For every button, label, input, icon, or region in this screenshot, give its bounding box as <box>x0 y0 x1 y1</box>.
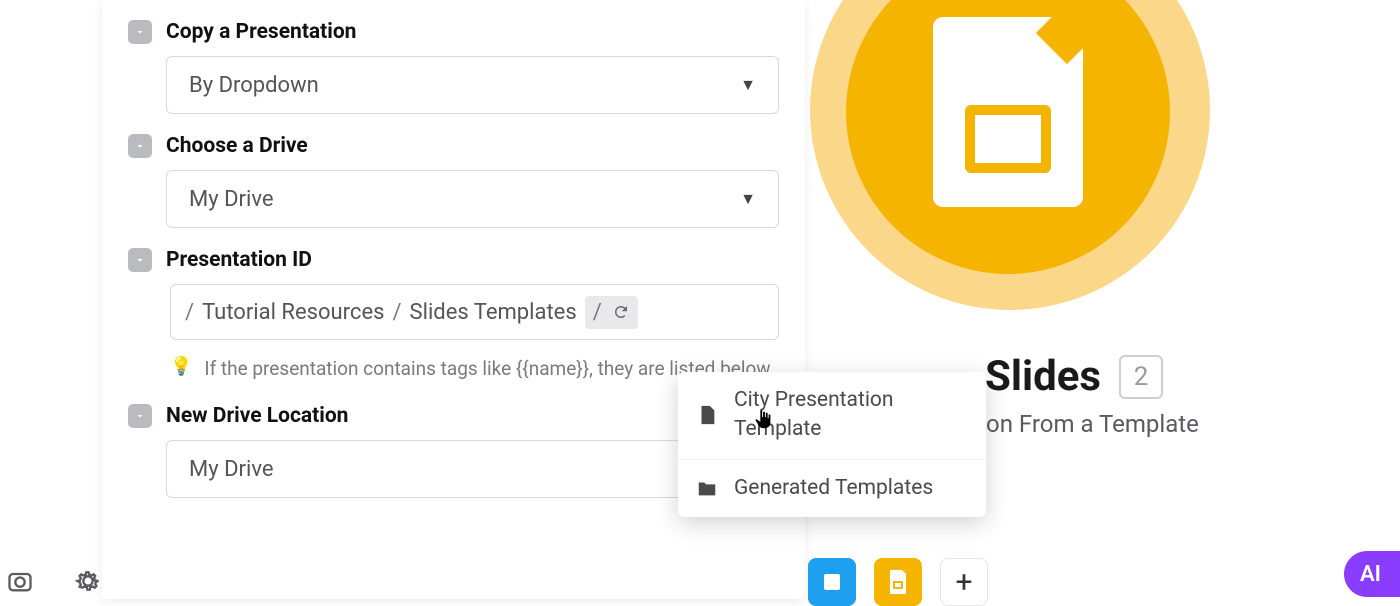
app-icon <box>820 570 844 594</box>
chevron-down-icon <box>134 410 146 422</box>
slides-doc-icon <box>933 17 1083 207</box>
node-count-box[interactable]: 2 <box>1119 355 1163 399</box>
file-icon <box>696 404 718 426</box>
path-separator: / <box>185 300 194 325</box>
node-subtitle: on From a Template <box>986 410 1199 438</box>
node-title: Slides <box>985 352 1101 401</box>
slides-node[interactable]: 1 <box>870 0 1200 280</box>
field-label: Copy a Presentation <box>166 20 356 44</box>
lightbulb-icon: 💡 <box>170 356 192 377</box>
ai-button[interactable]: AI <box>1344 551 1400 597</box>
path-dropdown-popup: City Presentation Template Generated Tem… <box>678 372 986 517</box>
collapse-toggle[interactable] <box>128 134 152 158</box>
ai-label: AI <box>1360 562 1381 587</box>
select-value: My Drive <box>189 187 274 212</box>
field-label: New Drive Location <box>166 404 348 428</box>
collapse-toggle[interactable] <box>128 20 152 44</box>
plus-icon: + <box>955 565 972 600</box>
field-label-row: Presentation ID <box>128 248 779 272</box>
dropdown-item-folder[interactable]: Generated Templates <box>678 460 986 517</box>
slides-slide-icon <box>965 105 1051 173</box>
field-copy-presentation: Copy a Presentation By Dropdown ▼ <box>128 20 779 114</box>
node-count: 2 <box>1134 362 1149 392</box>
path-segment: Slides Templates <box>410 300 577 325</box>
caret-down-icon: ▼ <box>740 189 756 209</box>
camera-icon[interactable] <box>6 567 34 595</box>
copy-presentation-select[interactable]: By Dropdown ▼ <box>166 56 779 114</box>
path-separator: / <box>392 300 401 325</box>
field-label-row: Copy a Presentation <box>128 20 779 44</box>
collapse-toggle[interactable] <box>128 404 152 428</box>
collapse-toggle[interactable] <box>128 248 152 272</box>
field-label: Choose a Drive <box>166 134 308 158</box>
cursor-hand-icon <box>753 406 775 432</box>
bottom-left-toolbar <box>6 567 102 595</box>
refresh-icon[interactable] <box>612 303 630 321</box>
chevron-down-icon <box>134 140 146 152</box>
select-value: By Dropdown <box>189 73 319 98</box>
gear-icon[interactable] <box>74 567 102 595</box>
node-title-row: Slides 2 <box>985 352 1163 401</box>
field-label: Presentation ID <box>166 248 312 272</box>
select-value: My Drive <box>189 457 274 482</box>
chevron-down-icon <box>134 254 146 266</box>
field-choose-drive: Choose a Drive My Drive ▼ <box>128 134 779 228</box>
slides-mini-icon <box>886 568 910 596</box>
dropdown-item-file[interactable]: City Presentation Template <box>678 372 986 460</box>
presentation-id-path[interactable]: / Tutorial Resources / Slides Templates … <box>170 284 779 340</box>
dropdown-item-label: Generated Templates <box>734 474 933 503</box>
path-segment: Tutorial Resources <box>202 300 384 325</box>
folder-icon <box>696 477 718 499</box>
field-presentation-id: Presentation ID / Tutorial Resources / S… <box>128 248 779 384</box>
caret-down-icon: ▼ <box>740 75 756 95</box>
chevron-down-icon <box>134 26 146 38</box>
choose-drive-select[interactable]: My Drive ▼ <box>166 170 779 228</box>
path-separator: / <box>593 300 602 325</box>
field-label-row: Choose a Drive <box>128 134 779 158</box>
path-current-segment[interactable]: / <box>585 296 638 329</box>
